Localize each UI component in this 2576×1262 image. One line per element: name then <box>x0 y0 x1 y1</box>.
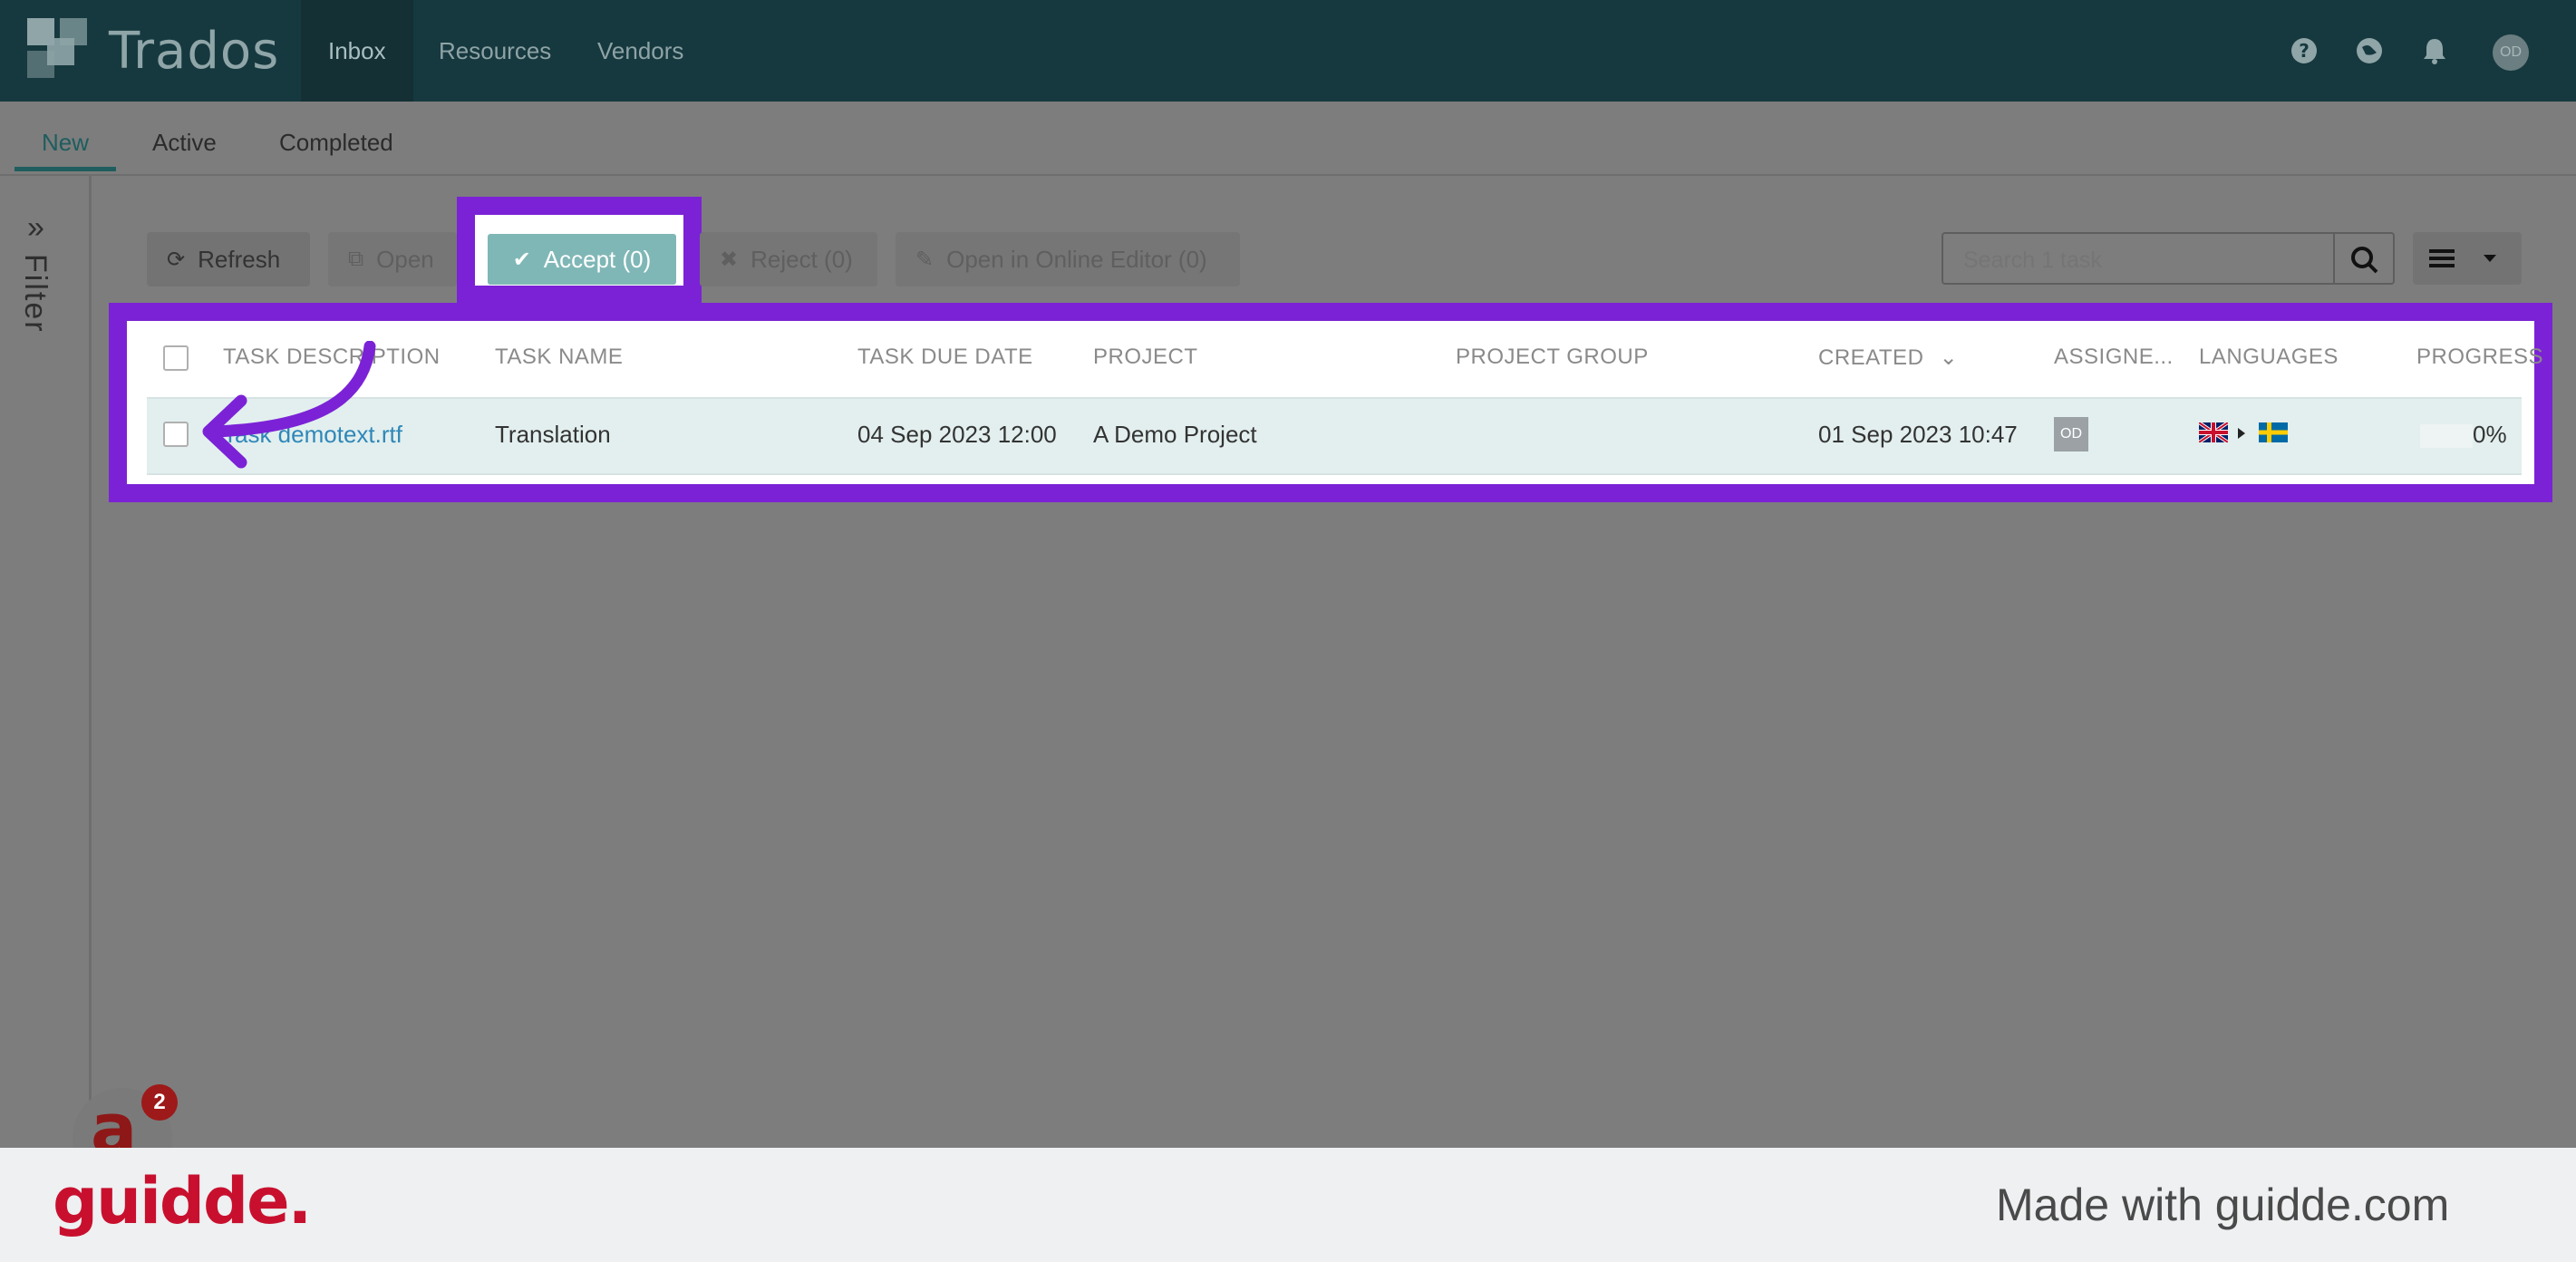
tab-completed[interactable]: Completed <box>279 129 393 157</box>
column-progress[interactable]: PROGRESS <box>2416 345 2543 370</box>
open-online-editor-button[interactable]: ✎ Open in Online Editor (0) <box>896 232 1240 286</box>
refresh-label: Refresh <box>198 245 281 273</box>
column-task-name[interactable]: TASK NAME <box>495 345 623 370</box>
tab-active[interactable]: Active <box>152 129 217 157</box>
refresh-button[interactable]: ⟳ Refresh <box>147 232 310 286</box>
bell-icon[interactable] <box>2418 34 2451 67</box>
help-icon[interactable]: ? <box>2288 34 2320 67</box>
column-task-due-date[interactable]: TASK DUE DATE <box>857 345 1033 370</box>
nav-inbox[interactable]: Inbox <box>301 0 413 102</box>
trados-logo[interactable]: Trados <box>27 18 279 83</box>
task-due-date: 04 Sep 2023 12:00 <box>857 421 1057 448</box>
progress-value: 0% <box>2473 421 2507 448</box>
list-view-icon <box>2429 249 2496 267</box>
svg-text:?: ? <box>2299 40 2310 62</box>
search-divider <box>2333 234 2335 283</box>
online-editor-label: Open in Online Editor (0) <box>946 245 1207 273</box>
view-options-button[interactable] <box>2413 232 2522 285</box>
uk-flag-icon <box>2199 422 2228 442</box>
project-name: A Demo Project <box>1093 421 1257 448</box>
created-date: 01 Sep 2023 10:47 <box>1818 421 2018 448</box>
status-tabs: New Active Completed <box>0 102 2576 176</box>
notification-badge: 2 <box>141 1084 178 1121</box>
made-with-text: Made with guidde.com <box>1996 1179 2450 1230</box>
globe-icon[interactable] <box>2353 34 2386 67</box>
annotation-arrow-icon <box>202 341 376 469</box>
reject-button[interactable]: ✖ Reject (0) <box>700 232 877 286</box>
trados-logo-icon <box>27 18 87 78</box>
column-created-label: CREATED <box>1818 345 1924 370</box>
top-navigation-bar: Trados Inbox Resources Vendors ? OD <box>0 0 2576 102</box>
task-name: Translation <box>495 421 611 448</box>
column-project-group[interactable]: PROJECT GROUP <box>1456 345 1649 370</box>
user-avatar[interactable]: OD <box>2493 34 2529 71</box>
progress-bar <box>2420 424 2473 448</box>
reject-label: Reject (0) <box>751 245 853 273</box>
search-box <box>1942 232 2395 285</box>
sort-desc-icon: ⌄ <box>1939 345 1959 370</box>
tab-new[interactable]: New <box>42 129 89 157</box>
active-tab-indicator <box>15 167 116 171</box>
column-languages[interactable]: LANGUAGES <box>2199 345 2339 370</box>
accept-button[interactable]: ✔ Accept (0) <box>488 234 676 285</box>
search-input[interactable] <box>1961 247 2328 275</box>
guidde-logo: guidde. <box>53 1164 312 1238</box>
open-icon: ⧉ <box>348 247 364 271</box>
app-title: Trados <box>109 21 280 81</box>
assignee-avatar: OD <box>2054 417 2088 451</box>
column-project[interactable]: PROJECT <box>1093 345 1198 370</box>
select-all-checkbox[interactable] <box>163 345 189 371</box>
row-checkbox[interactable] <box>163 422 189 447</box>
column-assignee[interactable]: ASSIGNE... <box>2054 345 2174 370</box>
accept-label: Accept (0) <box>543 245 652 273</box>
checkmark-icon: ✔ <box>512 247 531 272</box>
nav-vendors[interactable]: Vendors <box>597 0 683 102</box>
edit-icon: ✎ <box>915 247 935 272</box>
expand-filter-icon[interactable]: » <box>27 210 44 246</box>
open-label: Open <box>376 245 434 273</box>
nav-resources[interactable]: Resources <box>439 0 551 102</box>
filter-label[interactable]: Filter <box>17 254 53 334</box>
reject-x-icon: ✖ <box>720 247 739 272</box>
search-icon[interactable] <box>2349 245 2380 276</box>
open-button[interactable]: ⧉ Open <box>328 232 457 286</box>
refresh-icon: ⟳ <box>167 247 186 272</box>
sweden-flag-icon <box>2259 422 2288 442</box>
column-created[interactable]: CREATED ⌄ <box>1818 345 1958 371</box>
language-arrow-icon <box>2238 428 2245 439</box>
